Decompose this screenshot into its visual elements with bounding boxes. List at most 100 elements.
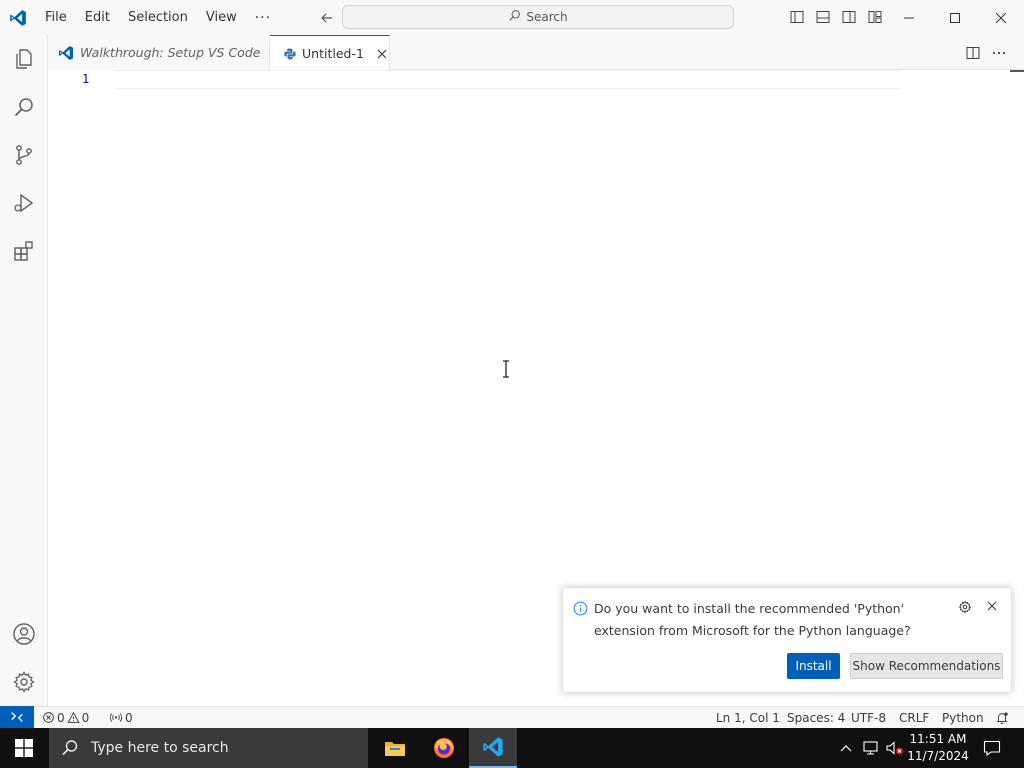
menu-view[interactable]: View <box>197 0 246 35</box>
scrollbar-cursor-marker <box>1010 70 1024 72</box>
account-icon <box>13 623 35 645</box>
language-mode[interactable]: Python <box>942 707 984 728</box>
file-explorer-taskbar-button[interactable] <box>371 728 419 768</box>
cursor-position[interactable]: Ln 1, Col 1 <box>716 707 780 728</box>
close-icon <box>995 12 1007 23</box>
command-center-search[interactable]: Search <box>342 5 734 29</box>
firefox-icon <box>434 738 454 758</box>
source-control-icon <box>16 145 32 165</box>
notification-settings-button[interactable] <box>958 600 972 618</box>
panel-icon <box>816 11 830 23</box>
menu-edit[interactable]: Edit <box>76 0 119 35</box>
close-window-button[interactable] <box>978 0 1024 35</box>
minimize-button[interactable] <box>886 0 932 35</box>
encoding-setting[interactable]: UTF-8 <box>851 707 886 728</box>
accounts-button[interactable] <box>0 610 48 658</box>
ports-count: 0 <box>125 710 133 725</box>
notification-center-icon <box>983 740 1001 756</box>
vscode-taskbar-button[interactable] <box>469 728 517 768</box>
warning-count: 0 <box>81 710 90 725</box>
files-icon <box>16 49 32 69</box>
close-icon <box>377 49 387 58</box>
taskbar-clock[interactable]: 11:51 AM 11/7/2024 <box>902 731 974 765</box>
toggle-secondary-sidebar-button[interactable] <box>836 5 862 29</box>
toggle-panel-button[interactable] <box>810 5 836 29</box>
split-editor-button[interactable] <box>960 41 986 65</box>
maximize-button[interactable] <box>932 0 978 35</box>
close-tab-button[interactable] <box>376 48 388 60</box>
ports-indicator[interactable]: 0 <box>109 707 133 728</box>
tab-untitled-1[interactable]: Untitled-1 <box>270 35 390 71</box>
action-center-button[interactable] <box>978 728 1006 768</box>
extensions-icon <box>14 241 33 261</box>
notifications-button[interactable] <box>995 707 1009 728</box>
back-button[interactable] <box>314 6 340 30</box>
source-control-button[interactable] <box>0 131 48 179</box>
maximize-icon <box>950 12 960 23</box>
python-icon <box>284 48 296 60</box>
network-tray-button[interactable] <box>860 728 882 768</box>
customize-layout-button[interactable] <box>862 5 888 29</box>
warning-icon <box>67 711 80 723</box>
eol-setting[interactable]: CRLF <box>899 707 929 728</box>
tab-label: Untitled-1 <box>302 46 364 61</box>
problems-indicator[interactable]: 0 0 <box>42 707 89 728</box>
firefox-taskbar-button[interactable] <box>420 728 468 768</box>
network-icon <box>863 741 878 755</box>
notification-close-button[interactable] <box>986 600 998 616</box>
text-cursor-icon <box>502 360 510 382</box>
status-bar: 0 0 0 Ln 1, Col 1 Spaces: 4 UTF-8 CRLF P… <box>0 706 1024 728</box>
search-view-button[interactable] <box>0 83 48 131</box>
menu-bar: File Edit Selection View ··· <box>36 0 280 35</box>
toggle-primary-sidebar-button[interactable] <box>784 5 810 29</box>
install-button[interactable]: Install <box>787 653 840 679</box>
gear-icon <box>13 671 35 693</box>
extension-recommendation-notification: Do you want to install the recommended '… <box>562 587 1012 693</box>
more-actions-button[interactable] <box>986 41 1012 65</box>
extensions-button[interactable] <box>0 227 48 275</box>
taskbar-search-box[interactable]: Type here to search <box>49 728 368 768</box>
vscode-icon <box>58 45 74 61</box>
show-recommendations-button[interactable]: Show Recommendations <box>850 653 1003 679</box>
windows-logo-icon <box>15 739 33 757</box>
run-debug-icon <box>14 193 34 213</box>
activity-bar <box>0 35 48 706</box>
broadcast-icon <box>109 713 123 722</box>
editor-area[interactable]: 1 Do you want to install the recommended… <box>48 70 1024 706</box>
start-button[interactable] <box>0 728 48 768</box>
folder-icon <box>385 742 405 756</box>
close-icon <box>987 601 997 611</box>
line-number: 1 <box>82 72 90 86</box>
remote-icon <box>11 712 23 722</box>
run-debug-button[interactable] <box>0 179 48 227</box>
manage-settings-button[interactable] <box>0 658 48 706</box>
title-bar: File Edit Selection View ··· Search <box>0 0 1024 35</box>
indentation-setting[interactable]: Spaces: 4 <box>787 707 845 728</box>
error-icon <box>43 712 54 723</box>
clock-time: 11:51 AM <box>909 732 967 746</box>
tab-label: Walkthrough: Setup VS Code <box>80 45 261 60</box>
search-icon <box>14 98 33 117</box>
split-editor-icon <box>966 47 980 59</box>
arrow-left-icon <box>321 13 333 22</box>
remote-indicator-button[interactable] <box>0 706 34 728</box>
taskbar-search-placeholder: Type here to search <box>91 740 229 756</box>
search-icon <box>61 739 79 757</box>
customize-layout-icon <box>868 11 882 23</box>
sidebar-left-icon <box>790 11 804 23</box>
explorer-button[interactable] <box>0 35 48 83</box>
window-controls <box>886 0 1024 35</box>
layout-controls <box>784 5 888 29</box>
show-hidden-icons-button[interactable] <box>836 728 856 768</box>
windows-taskbar: Type here to search 11:51 AM 11/7/2024 <box>0 728 1024 768</box>
tab-walkthrough[interactable]: Walkthrough: Setup VS Code <box>48 35 270 70</box>
menu-file[interactable]: File <box>36 0 76 35</box>
menu-selection[interactable]: Selection <box>119 0 197 35</box>
clock-date: 11/7/2024 <box>907 749 969 763</box>
editor-actions <box>960 41 1012 65</box>
menu-more-button[interactable]: ··· <box>246 10 280 26</box>
vscode-icon <box>483 737 503 757</box>
sidebar-right-icon <box>842 11 856 23</box>
search-icon <box>508 9 521 25</box>
minimize-icon <box>904 17 914 18</box>
